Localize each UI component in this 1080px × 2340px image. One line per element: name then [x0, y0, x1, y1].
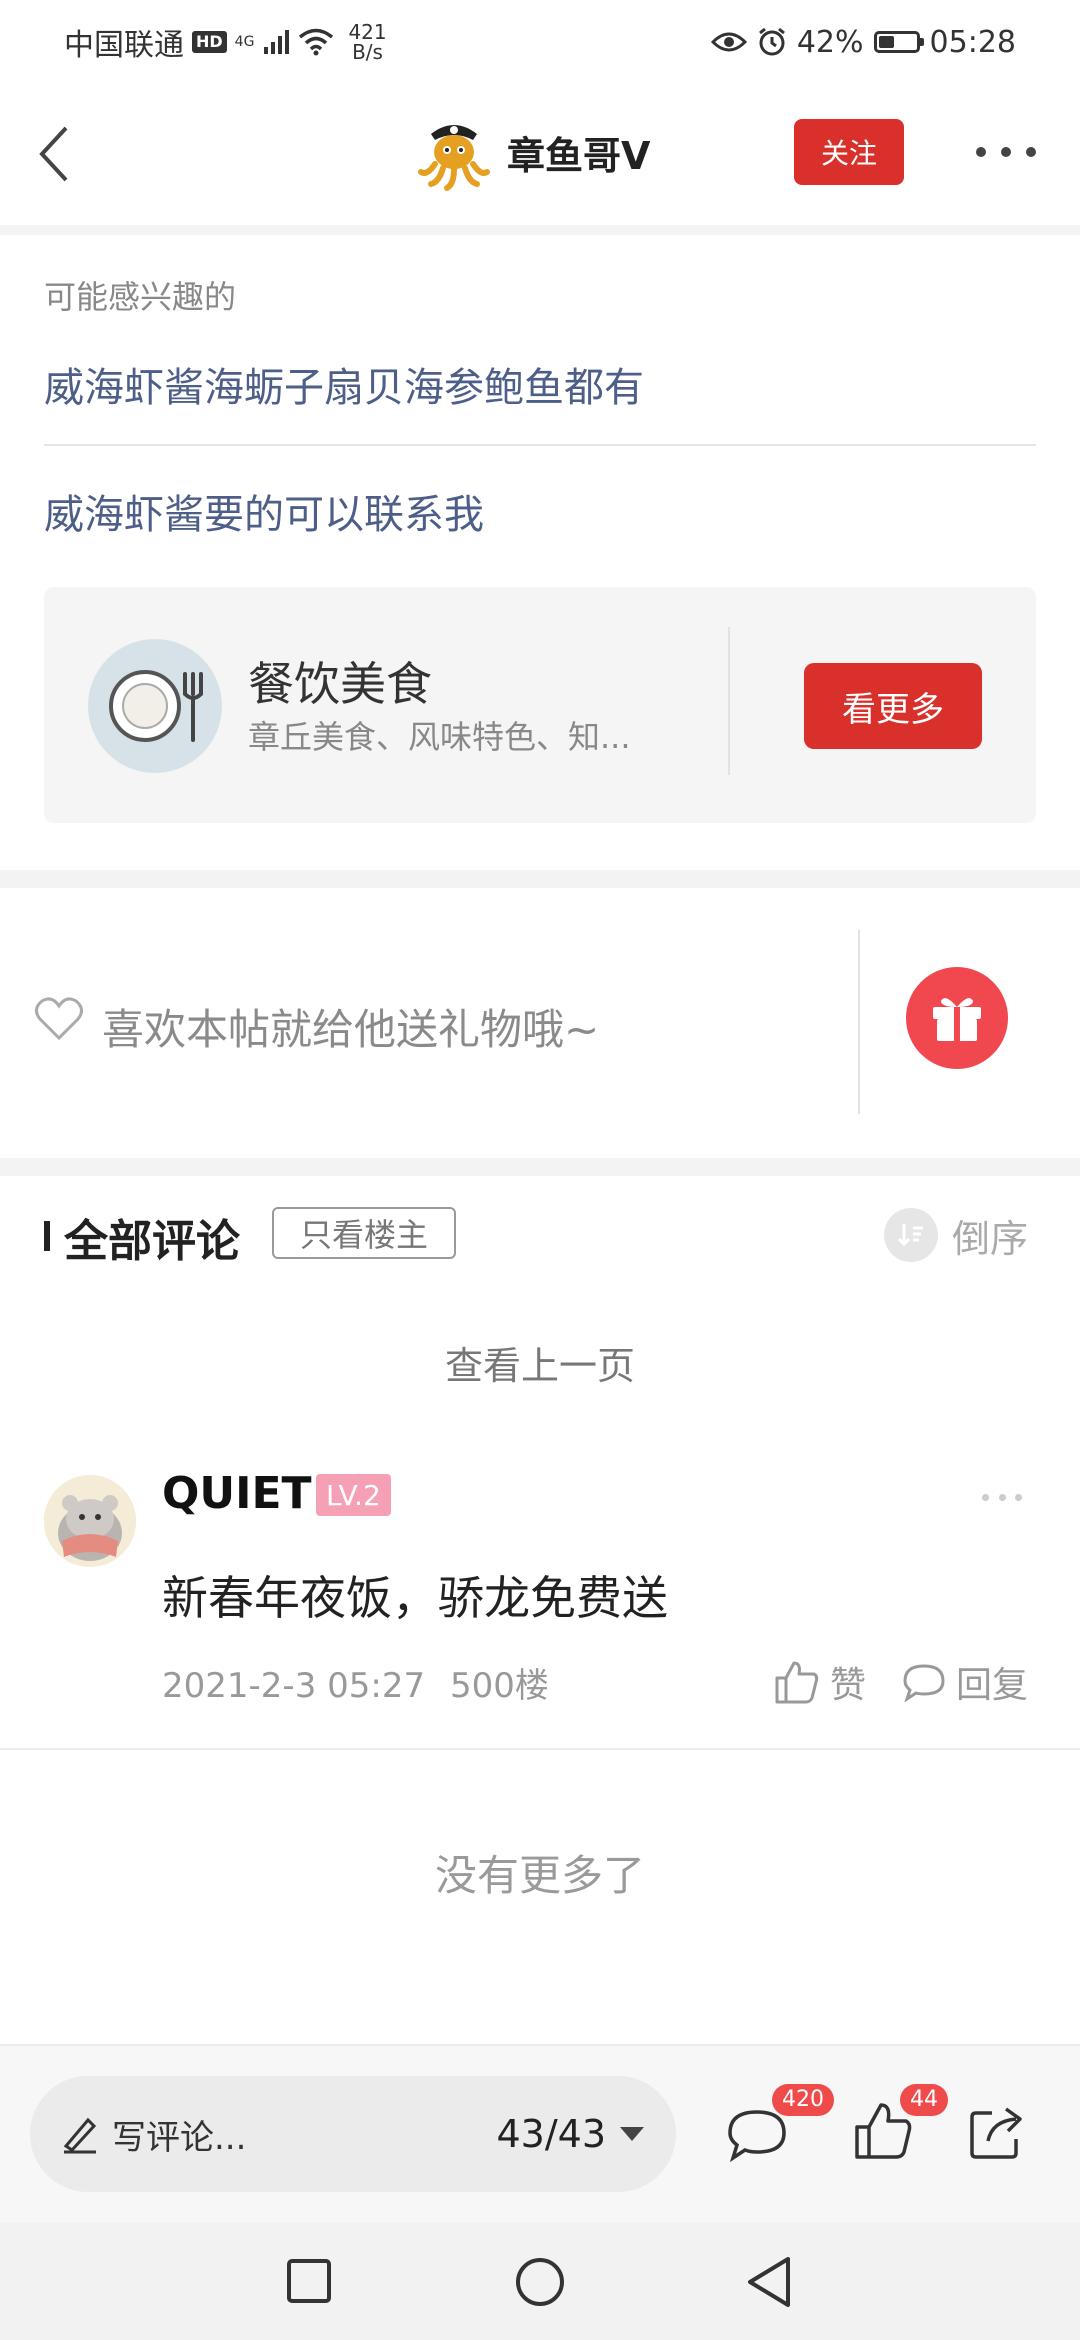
gift-prompt: 喜欢本帖就给他送礼物哦~	[102, 1005, 600, 1054]
more-dot-icon	[1001, 147, 1011, 157]
comment-bubble-icon	[728, 2110, 786, 2162]
circle-icon	[516, 2258, 564, 2306]
category-description: 章丘美食、风味特色、知...	[248, 718, 631, 756]
recent-apps-button[interactable]	[286, 2258, 332, 2304]
divider	[0, 1748, 1080, 1750]
more-dot-icon	[1026, 147, 1036, 157]
section-divider	[0, 870, 1080, 888]
page-indicator[interactable]: 43/43	[496, 2112, 606, 2156]
signal-icon	[264, 30, 290, 54]
reply-label: 回复	[956, 1665, 1029, 1706]
section-divider	[0, 225, 1080, 235]
interest-link[interactable]: 威海虾酱要的可以联系我	[44, 482, 484, 540]
battery-icon	[873, 31, 924, 53]
card-divider	[728, 627, 730, 775]
author-name: 章鱼哥V	[507, 134, 651, 178]
section-divider	[0, 1158, 1080, 1176]
owner-only-toggle[interactable]: 只看楼主	[272, 1207, 456, 1259]
avatar[interactable]	[44, 1475, 136, 1567]
comment-placeholder: 写评论...	[112, 2117, 247, 2158]
title-accent-bar	[44, 1221, 50, 1251]
system-back-button[interactable]	[744, 2255, 794, 2309]
heart-icon[interactable]	[34, 996, 84, 1042]
carrier-name: 中国联通	[64, 28, 184, 63]
pencil-icon	[63, 2117, 97, 2154]
divider	[44, 444, 1036, 446]
clock: 05:28	[929, 24, 1016, 60]
category-title: 餐饮美食	[248, 657, 432, 711]
plate-fork-icon	[109, 670, 203, 742]
network-type: 4G	[234, 34, 255, 50]
battery-percent: 42%	[796, 24, 864, 60]
status-right: 42% 05:28	[710, 20, 1016, 64]
chevron-left-icon	[39, 126, 68, 182]
gift-divider	[858, 930, 860, 1114]
hd-badge: HD	[192, 31, 227, 53]
comment-more-button[interactable]	[982, 1494, 1022, 1504]
interest-section-title: 可能感兴趣的	[44, 278, 237, 316]
speech-bubble-icon	[903, 1664, 945, 1702]
eye-icon	[710, 32, 747, 52]
sort-label: 倒序	[952, 1216, 1029, 1261]
comment-text: 新春年夜饭，骄龙免费送	[162, 1571, 668, 1625]
comments-title: 全部评论	[64, 1216, 240, 1267]
comment-timestamp: 2021-2-3 05:27	[162, 1666, 426, 1706]
caret-down-icon[interactable]	[618, 2125, 646, 2143]
previous-page-link[interactable]: 查看上一页	[0, 1335, 1080, 1390]
like-button[interactable]: 赞	[774, 1656, 866, 1708]
likes-count-badge: 44	[900, 2084, 948, 2116]
hamster-avatar-icon	[44, 1475, 136, 1567]
comment-username[interactable]: QUIET	[162, 1468, 312, 1519]
gift-icon	[933, 998, 981, 1041]
author-info[interactable]: 章鱼哥V	[415, 110, 650, 195]
interest-link[interactable]: 威海虾酱海蛎子扇贝海参鲍鱼都有	[44, 355, 644, 413]
net-speed-unit: B/s	[352, 40, 383, 64]
sort-icon	[884, 1208, 938, 1262]
follow-button[interactable]: 关注	[794, 119, 904, 185]
reply-button[interactable]: 回复	[902, 1656, 1028, 1708]
sort-arrows-icon	[897, 1224, 923, 1247]
like-label: 赞	[830, 1665, 867, 1706]
net-speed: 421 B/s	[348, 22, 386, 62]
square-icon	[287, 2259, 331, 2303]
author-avatar	[418, 124, 490, 191]
more-dot-icon	[998, 1494, 1006, 1501]
sort-toggle[interactable]: 倒序	[884, 1207, 1028, 1263]
user-level-badge: LV.2	[316, 1474, 391, 1516]
status-left: 中国联通 HD 4G 421 B/s	[64, 20, 387, 64]
comment-meta: 2021-2-3 05:27 500楼	[162, 1658, 549, 1707]
comment-floor: 500楼	[449, 1666, 549, 1706]
send-gift-button[interactable]	[906, 967, 1008, 1069]
wifi-icon	[299, 28, 334, 56]
alarm-icon	[758, 27, 785, 56]
share-icon	[970, 2107, 1022, 2159]
thumbs-up-icon	[775, 1661, 819, 1704]
back-button[interactable]	[24, 114, 84, 194]
share-button[interactable]	[962, 2098, 1032, 2168]
battery-level-fill	[878, 36, 894, 48]
more-dot-icon	[1015, 1494, 1022, 1501]
write-comment-input[interactable]: 写评论... 43/43	[30, 2076, 676, 2192]
home-button[interactable]	[514, 2256, 566, 2308]
comments-count-badge: 420	[772, 2084, 834, 2116]
more-options-button[interactable]	[976, 130, 1036, 174]
see-more-button[interactable]: 看更多	[804, 663, 982, 749]
category-icon	[88, 639, 222, 773]
triangle-back-icon	[748, 2257, 790, 2307]
more-dot-icon	[982, 1494, 989, 1501]
more-dot-icon	[976, 147, 986, 157]
no-more-label: 没有更多了	[434, 1851, 645, 1900]
